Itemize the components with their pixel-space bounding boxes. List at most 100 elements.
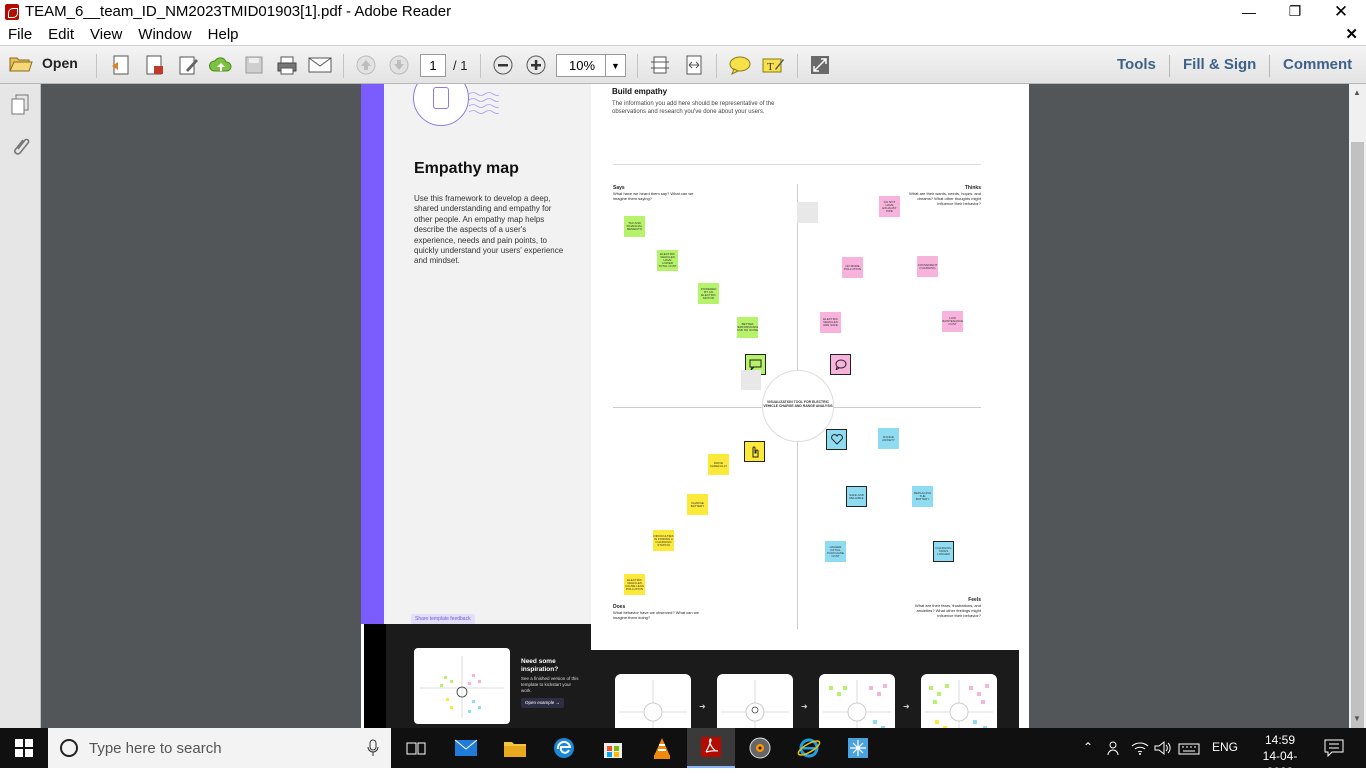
svg-text:T: T (767, 61, 774, 73)
previous-page-icon[interactable] (353, 53, 379, 77)
arrow-right-icon: ➜ (801, 702, 808, 711)
vertical-scrollbar[interactable]: ▲ ▼ (1349, 84, 1366, 752)
microphone-icon[interactable] (367, 739, 379, 757)
thought-bubble-icon (830, 354, 851, 375)
sticky-note: BETTER PERFORMANCE AND NO NOISE (737, 317, 758, 338)
fill-sign-pane-link[interactable]: Fill & Sign (1183, 56, 1256, 73)
scrollbar-thumb[interactable] (1351, 142, 1364, 752)
menu-bar: File Edit View Window Help ✕ (0, 23, 1366, 45)
page-number-input[interactable]: 1 (420, 54, 446, 77)
example-thumbnail[interactable] (414, 648, 510, 724)
document-viewer[interactable]: Empathy map Use this framework to develo… (41, 84, 1349, 728)
open-button[interactable]: Open (8, 53, 78, 73)
sticky-note: RANGE ANXIETY (878, 428, 899, 449)
task-view-icon[interactable] (392, 728, 440, 768)
volume-icon[interactable] (1153, 740, 1171, 761)
sticky-note: ELECTRIC VEHICLES HAVE LOWER TOTAL COST (657, 250, 678, 271)
step-thumbnail (921, 674, 997, 728)
scroll-up-icon[interactable]: ▲ (1353, 88, 1361, 97)
open-example-button[interactable]: Open example → (521, 698, 565, 708)
pdf-page: Empathy map Use this framework to develo… (361, 84, 1029, 728)
people-icon[interactable] (1107, 740, 1123, 761)
upload-cloud-icon[interactable] (208, 53, 234, 77)
next-page-icon[interactable] (386, 53, 412, 77)
page-thumbnails-icon[interactable] (10, 94, 30, 121)
tools-pane-link[interactable]: Tools (1117, 56, 1156, 73)
scroll-down-icon[interactable]: ▼ (1353, 714, 1361, 723)
sticky-note: HIGHER INITIAL PURCHASE COST (825, 541, 846, 562)
highlight-icon[interactable]: T (760, 53, 786, 77)
internet-explorer-icon[interactable] (785, 728, 833, 768)
arrow-right-icon: ➜ (903, 702, 910, 711)
keyboard-icon[interactable] (1178, 742, 1200, 760)
sticky-note: CONVENIENT CHARGING (917, 256, 938, 277)
restore-button[interactable]: ❐ (1272, 0, 1318, 23)
menu-view[interactable]: View (82, 26, 130, 43)
share-feedback-link[interactable]: Share template feedback (411, 614, 475, 624)
page-total: / 1 (453, 58, 468, 73)
fullscreen-icon[interactable] (807, 53, 833, 77)
store-app-icon[interactable] (589, 728, 637, 768)
sticky-note: CHARGE BATTERY (687, 494, 708, 515)
empathy-map-title: Empathy map (414, 160, 519, 177)
sticky-note: DIFFICULTIES IN FINDING A CHARGING STATI… (653, 530, 674, 551)
step-thumbnail (717, 674, 793, 728)
media-app-icon[interactable] (736, 728, 784, 768)
example-steps-band: ➜ ➜ ➜ (591, 650, 1019, 728)
file-explorer-icon[interactable] (491, 728, 539, 768)
sticky-note-icon[interactable] (727, 53, 753, 77)
says-label: Says What have we heard them say? What ca… (613, 185, 703, 201)
start-button[interactable] (0, 728, 48, 768)
empty-note-placeholder (797, 202, 818, 223)
does-text: What behavior have we observed? What can… (613, 610, 699, 620)
create-pdf-icon[interactable] (108, 53, 134, 77)
menu-edit[interactable]: Edit (40, 26, 82, 43)
vlc-player-icon[interactable] (638, 728, 686, 768)
edge-browser-icon[interactable] (540, 728, 588, 768)
wifi-icon[interactable] (1131, 740, 1149, 761)
folder-icon (9, 57, 33, 72)
adobe-reader-taskbar-icon[interactable] (687, 728, 735, 768)
snipping-tool-icon[interactable] (834, 728, 882, 768)
thinks-label: Thinks What are their wants, needs, hopes… (906, 185, 981, 206)
language-indicator[interactable]: ENG (1212, 740, 1238, 754)
window-title: TEAM_6__team_ID_NM2023TMID01903[1].pdf -… (25, 3, 452, 20)
zoom-in-icon[interactable] (523, 53, 549, 77)
inspiration-title: Need some inspiration? (521, 658, 559, 673)
fit-width-icon[interactable] (681, 53, 707, 77)
fit-page-icon[interactable] (647, 53, 673, 77)
comment-pane-link[interactable]: Comment (1283, 56, 1352, 73)
save-icon[interactable] (241, 53, 267, 77)
build-empathy-title: Build empathy (612, 87, 668, 96)
mail-app-icon[interactable] (442, 728, 490, 768)
empathy-map-description: Use this framework to develop a deep, sh… (414, 194, 564, 266)
notifications-icon[interactable] (1324, 739, 1344, 762)
toolbar: Open 1 / 1 10% ▼ T Tools Fill & Sign Com… (0, 45, 1366, 84)
email-icon[interactable] (307, 53, 333, 77)
search-icon (60, 739, 78, 757)
search-box[interactable]: Type here to search (48, 728, 391, 768)
zoom-out-icon[interactable] (490, 53, 516, 77)
arrow-right-icon: ➜ (699, 702, 706, 711)
menu-window[interactable]: Window (130, 26, 199, 43)
sticky-note: ELECTRIC VEHICLES ARE SAFE (820, 312, 841, 333)
clock[interactable]: 14:59 14-04-2023 (1252, 732, 1308, 780)
close-document-icon[interactable]: ✕ (1345, 25, 1358, 43)
center-topic: VISUALIZATION TOOL FOR ELECTRIC VEHICLE … (763, 400, 833, 408)
sticky-note: ELECTRIC VEHICLES CAUSE LESS POLLUTION (624, 574, 645, 595)
attachments-icon[interactable] (10, 136, 30, 165)
print-icon[interactable] (274, 53, 300, 77)
edit-pdf-icon[interactable] (175, 53, 201, 77)
menu-help[interactable]: Help (200, 26, 247, 43)
close-button[interactable]: ✕ (1318, 0, 1364, 23)
show-hidden-icons-chevron[interactable]: ⌃ (1083, 740, 1093, 754)
zoom-select[interactable]: 10% ▼ (556, 54, 626, 77)
chevron-down-icon[interactable]: ▼ (605, 55, 625, 76)
thinks-text: What are their wants, needs, hopes, and … (909, 191, 981, 206)
export-pdf-icon[interactable] (141, 53, 167, 77)
search-placeholder: Type here to search (89, 739, 222, 757)
wave-decoration (469, 92, 499, 114)
share-feedback-label: Share template feedback (415, 616, 471, 622)
minimize-button[interactable]: — (1226, 0, 1272, 23)
menu-file[interactable]: File (0, 26, 40, 43)
